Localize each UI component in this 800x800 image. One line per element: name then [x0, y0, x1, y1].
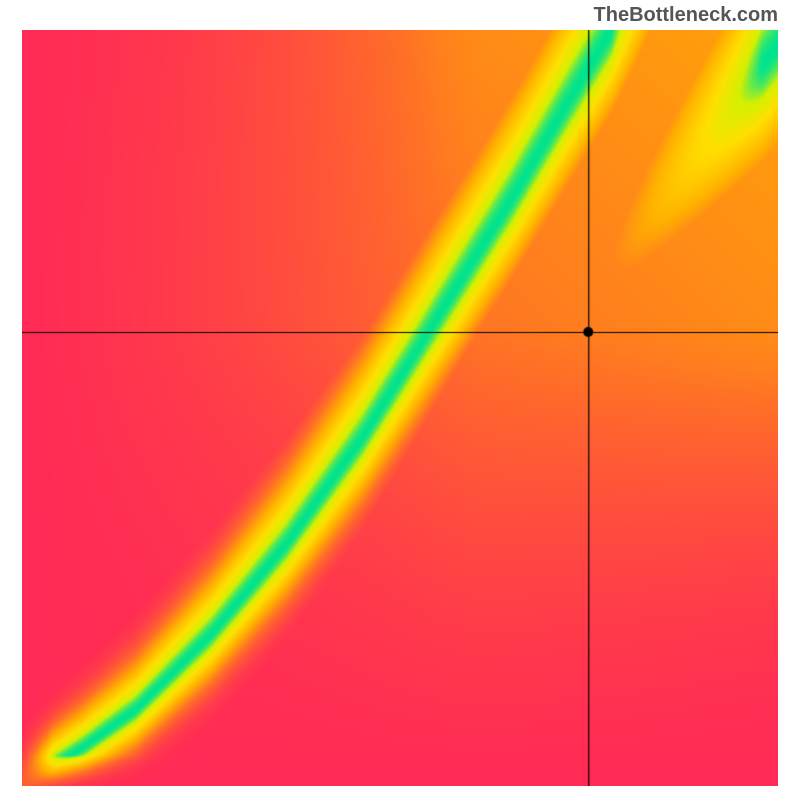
watermark-text: TheBottleneck.com [594, 4, 778, 27]
bottleneck-heatmap [22, 30, 778, 786]
heatmap-canvas [22, 30, 778, 786]
